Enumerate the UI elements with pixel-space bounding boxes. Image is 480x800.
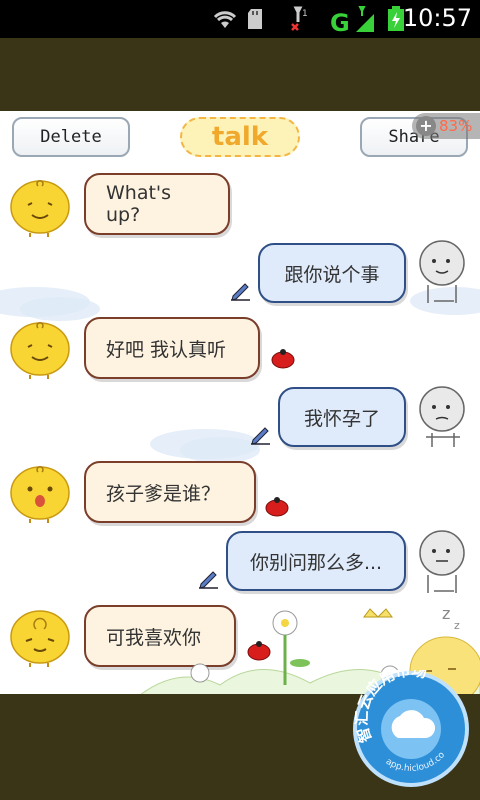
- talk-logo: talk: [180, 117, 300, 157]
- pencil-edit-icon[interactable]: [198, 567, 220, 589]
- signal-icon: G: [330, 6, 374, 34]
- no-signal-icon: 1: [291, 6, 308, 31]
- svg-text:z: z: [454, 619, 460, 632]
- message-bubble-left[interactable]: What's up?: [84, 173, 230, 235]
- boy-avatar-icon: [419, 386, 465, 447]
- chick-avatar-icon: [10, 180, 70, 237]
- app-market-badge-icon: 智汇云应用市场 app.hicloud.com: [352, 670, 469, 787]
- delete-button[interactable]: Delete: [12, 117, 130, 157]
- chat-area[interactable]: Delete talk Share + 83% What's up? 跟你说个事…: [0, 111, 480, 694]
- network-type: G: [330, 9, 350, 34]
- message-bubble-left[interactable]: 孩子爹是谁？: [84, 461, 256, 523]
- message-bubble-left[interactable]: 好吧 我认真听: [84, 317, 260, 379]
- cloud-decoration: [180, 437, 260, 463]
- message-bubble-right[interactable]: 跟你说个事: [258, 243, 406, 303]
- ladybug-icon: [271, 349, 295, 369]
- sd-card-icon: [248, 9, 262, 29]
- pencil-edit-icon[interactable]: [230, 279, 252, 301]
- message-bubble-right[interactable]: 你别问那么多...: [226, 531, 406, 591]
- zoom-plus-icon: +: [416, 116, 436, 136]
- top-band: [0, 38, 480, 111]
- status-time: 10:57: [402, 4, 472, 32]
- boy-avatar-icon: [419, 530, 465, 593]
- message-bubble-right[interactable]: 我怀孕了: [278, 387, 406, 447]
- wifi-icon: [213, 11, 237, 28]
- chick-avatar-icon: [10, 466, 70, 523]
- svg-text:1: 1: [302, 9, 308, 19]
- ladybug-icon: [265, 497, 289, 517]
- zoom-badge[interactable]: + 83%: [412, 113, 480, 139]
- butterfly-icon: [363, 608, 393, 618]
- pencil-edit-icon[interactable]: [250, 423, 272, 445]
- cloud-decoration: [20, 297, 100, 321]
- status-bar: 1 G 10:57: [0, 0, 480, 38]
- chick-avatar-icon: [10, 322, 70, 379]
- boy-avatar-icon: [419, 240, 465, 303]
- zoom-level: 83%: [439, 117, 473, 135]
- svg-text:z: z: [442, 604, 450, 623]
- chick-avatar-icon: [10, 610, 70, 667]
